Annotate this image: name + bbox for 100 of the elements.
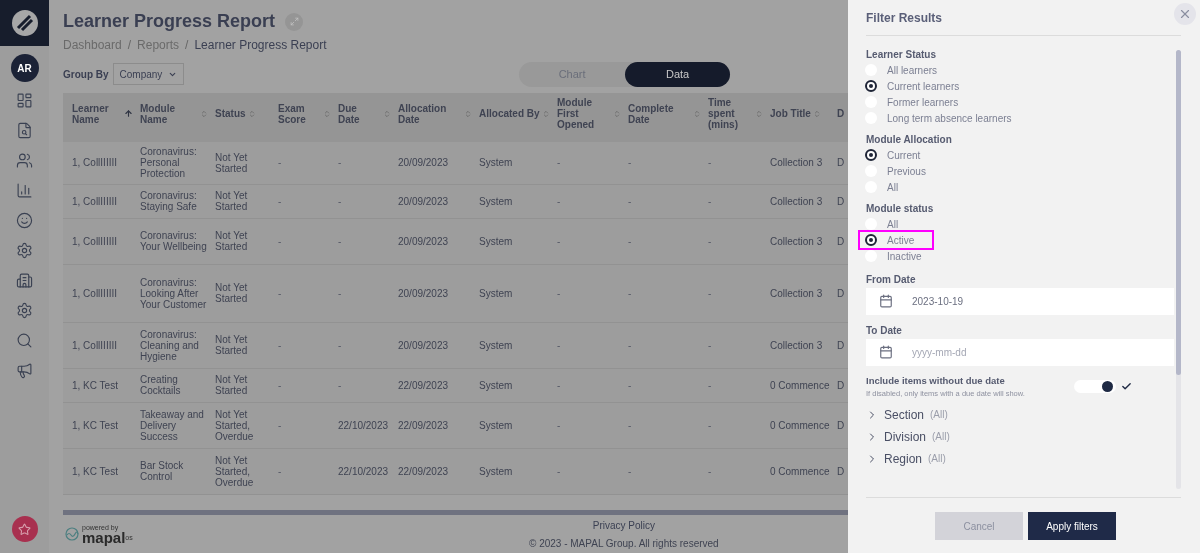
radio-unchecked[interactable] <box>865 250 877 262</box>
column-header[interactable]: Complete Date <box>624 93 704 138</box>
radio-option[interactable]: Former learners <box>860 94 977 110</box>
table-cell: - <box>624 138 704 184</box>
section-expander[interactable]: Region (All) <box>866 449 946 468</box>
table-cell: 1, CollIIIIII <box>63 322 136 368</box>
radio-checked[interactable] <box>865 149 877 161</box>
date-field[interactable]: 2023-10-19 <box>866 288 1174 315</box>
table-cell: D <box>833 322 848 368</box>
smiley-icon[interactable] <box>16 212 33 229</box>
table-cell: 20/09/2023 <box>394 322 475 368</box>
column-header[interactable]: Due Date <box>334 93 394 138</box>
building-icon[interactable] <box>16 272 33 289</box>
privacy-policy-link[interactable]: Privacy Policy <box>592 518 655 533</box>
table-cell: 22/10/2023 <box>334 448 394 494</box>
sort-icon[interactable] <box>383 109 391 118</box>
table-cell: - <box>624 264 704 322</box>
table-cell: - <box>704 184 766 218</box>
date-label: To Date <box>866 324 903 338</box>
sort-icon[interactable] <box>693 109 701 118</box>
radio-option[interactable]: Active <box>860 232 933 248</box>
star-badge-icon[interactable] <box>11 516 38 542</box>
table-cell: - <box>553 402 624 448</box>
table-cell: Not Yet Started <box>211 218 274 264</box>
column-header[interactable]: Time spent (mins) <box>704 93 766 138</box>
close-button[interactable] <box>1174 3 1196 25</box>
table-cell: - <box>274 264 334 322</box>
vertical-scrollbar[interactable] <box>1176 50 1181 489</box>
radio-option[interactable]: All <box>860 216 917 232</box>
radio-checked[interactable] <box>865 234 877 246</box>
bar-chart-icon[interactable] <box>16 182 33 199</box>
table-cell: Collection 3 <box>766 218 833 264</box>
wave-logo-icon <box>65 527 79 541</box>
cancel-button[interactable]: Cancel <box>935 512 1023 540</box>
radio-option[interactable]: Previous <box>860 163 944 179</box>
table-cell: - <box>274 448 334 494</box>
settings-icon[interactable] <box>16 242 33 259</box>
dashboard-icon[interactable] <box>16 92 33 109</box>
radio-option[interactable]: Current learners <box>860 78 978 94</box>
date-field[interactable]: yyyy-mm-dd <box>866 339 1174 366</box>
column-header[interactable]: Exam Score <box>274 93 334 138</box>
column-header[interactable]: Module First Opened <box>553 93 624 138</box>
column-header[interactable]: Status <box>211 93 274 138</box>
table-cell: - <box>704 264 766 322</box>
megaphone-icon[interactable] <box>16 362 33 379</box>
table-cell: D <box>833 402 848 448</box>
column-header[interactable]: D <box>833 93 848 138</box>
table-cell: - <box>624 322 704 368</box>
group-by-select[interactable]: Company <box>112 63 185 85</box>
sort-icon[interactable] <box>613 109 621 118</box>
sort-icon[interactable] <box>755 109 763 118</box>
toggle-switch[interactable] <box>1074 380 1116 394</box>
expand-button[interactable] <box>285 12 304 31</box>
view-tab[interactable]: Data <box>624 61 731 87</box>
column-header[interactable]: Job Title <box>766 93 833 138</box>
table-cell: System <box>475 368 553 402</box>
radio-option[interactable]: Current <box>860 147 939 163</box>
apply-filters-button[interactable]: Apply filters <box>1028 512 1116 540</box>
horizontal-scrollbar[interactable] <box>63 510 848 515</box>
table-cell: - <box>624 448 704 494</box>
table-cell: D <box>833 184 848 218</box>
radio-option[interactable]: Long term absence learners <box>860 110 1030 126</box>
breadcrumb-link[interactable]: Dashboard <box>63 36 122 54</box>
radio-checked[interactable] <box>865 80 877 92</box>
radio-option[interactable]: All <box>860 179 917 195</box>
sort-icon[interactable] <box>812 109 821 118</box>
table-cell: Collection 3 <box>766 138 833 184</box>
table-cell: D <box>833 368 848 402</box>
section-expander[interactable]: Division (All) <box>866 427 950 446</box>
sort-icon[interactable] <box>200 109 208 118</box>
breadcrumb-link[interactable]: Reports <box>137 36 180 54</box>
copyright-text: © 2023 - MAPAL Group. All rights reserved <box>529 537 719 551</box>
document-search-icon[interactable] <box>16 122 33 139</box>
table-cell: System <box>475 448 553 494</box>
section-expander[interactable]: Section (All) <box>866 405 948 424</box>
sort-icon[interactable] <box>541 109 550 118</box>
radio-option[interactable]: Inactive <box>860 248 940 264</box>
user-avatar[interactable]: AR <box>10 54 39 82</box>
column-header[interactable]: Learner Name <box>63 93 136 138</box>
table-cell: - <box>334 368 394 402</box>
table-cell: System <box>475 402 553 448</box>
search-icon[interactable] <box>16 332 33 349</box>
table-cell: 20/09/2023 <box>394 138 475 184</box>
column-header[interactable]: Allocated By <box>475 93 553 138</box>
radio-option[interactable]: All learners <box>860 62 956 78</box>
sort-icon[interactable] <box>323 109 331 118</box>
table-cell: 20/09/2023 <box>394 184 475 218</box>
radio-unchecked[interactable] <box>865 218 877 230</box>
column-header[interactable]: Allocation Date <box>394 93 475 138</box>
users-icon[interactable] <box>16 152 33 169</box>
table-cell: - <box>553 218 624 264</box>
table-cell: System <box>475 218 553 264</box>
sort-icon[interactable] <box>464 109 472 118</box>
sort-icon[interactable] <box>247 109 256 118</box>
sort-ascending-icon[interactable] <box>124 109 133 118</box>
app-logo[interactable] <box>0 0 49 46</box>
column-header[interactable]: Module Name <box>136 93 211 138</box>
table-cell: - <box>704 322 766 368</box>
settings-icon[interactable] <box>16 302 33 319</box>
table-cell: - <box>334 184 394 218</box>
